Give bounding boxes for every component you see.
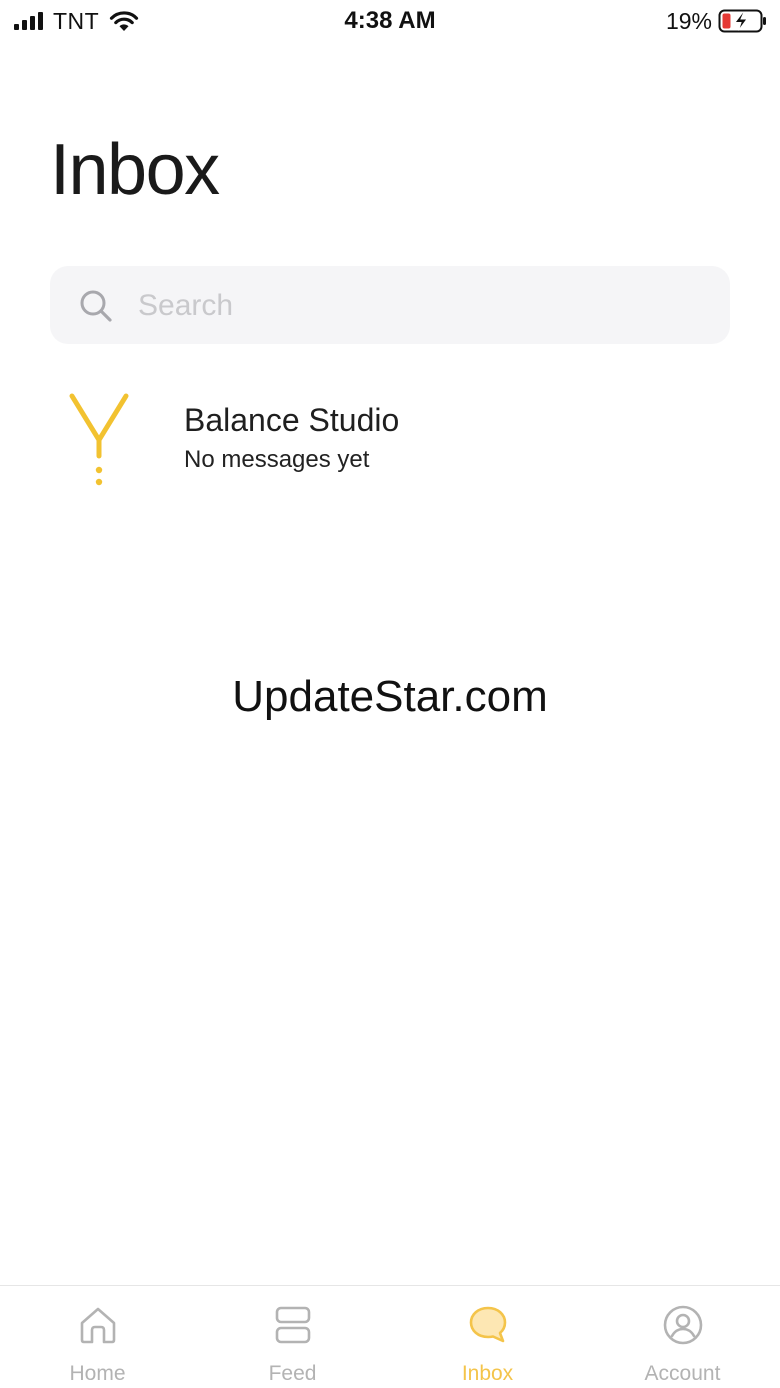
page-title: Inbox bbox=[50, 130, 220, 210]
tab-feed[interactable]: Feed bbox=[195, 1286, 390, 1388]
tab-inbox-label: Inbox bbox=[461, 1362, 514, 1385]
search-bar[interactable] bbox=[50, 266, 730, 344]
tab-home[interactable]: Home bbox=[0, 1286, 195, 1388]
battery-charging-icon bbox=[718, 9, 766, 33]
tab-account-label: Account bbox=[644, 1362, 721, 1385]
balance-studio-logo bbox=[69, 393, 129, 486]
conversation-name: Balance Studio bbox=[184, 402, 400, 438]
conversation-preview: No messages yet bbox=[184, 446, 370, 473]
status-bar: TNT 4:38 AM 19% bbox=[0, 0, 780, 44]
conversation-item[interactable]: Balance Studio No messages yet bbox=[50, 380, 730, 500]
watermark-text: UpdateStar.com bbox=[232, 672, 548, 721]
search-icon bbox=[80, 290, 112, 322]
battery-percent: 19% bbox=[665, 7, 712, 34]
account-icon bbox=[663, 1305, 702, 1345]
tab-feed-label: Feed bbox=[268, 1362, 317, 1385]
chat-bubble-icon bbox=[469, 1306, 506, 1343]
tab-inbox[interactable]: Inbox bbox=[390, 1286, 585, 1388]
tab-bar: Home Feed Inbox Account bbox=[0, 1285, 780, 1388]
status-bar-right: 19% bbox=[666, 8, 768, 34]
tab-home-label: Home bbox=[69, 1362, 126, 1385]
status-bar-time: 4:38 AM bbox=[344, 7, 436, 34]
home-icon bbox=[80, 1307, 115, 1344]
search-input[interactable] bbox=[136, 280, 700, 332]
feed-icon bbox=[275, 1306, 310, 1344]
tab-account[interactable]: Account bbox=[585, 1286, 780, 1388]
